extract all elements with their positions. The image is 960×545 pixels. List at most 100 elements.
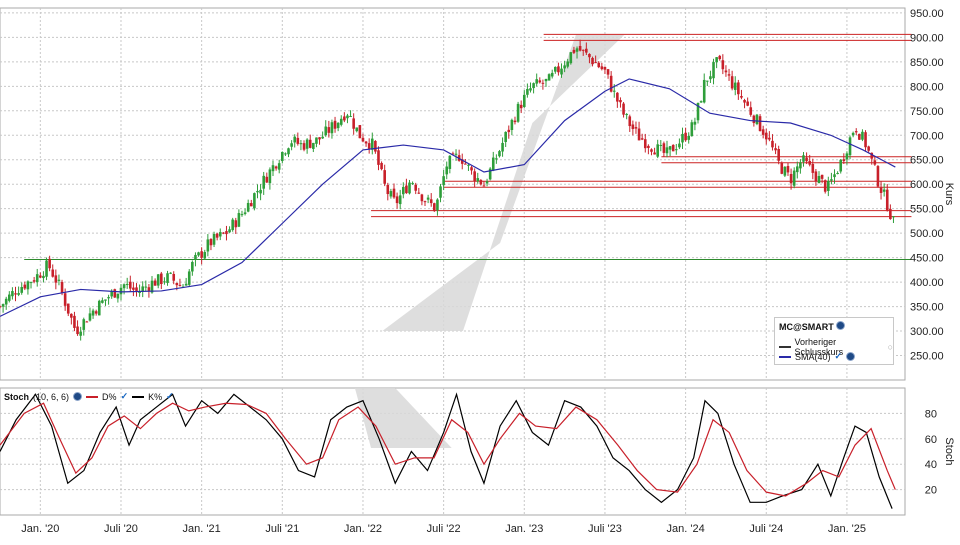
candle-body [637, 128, 641, 141]
candle-body [293, 136, 297, 143]
candle-body [749, 107, 753, 115]
candle-body [569, 52, 573, 64]
candle-body [274, 166, 278, 169]
candle-body [733, 82, 737, 90]
candle-body [222, 232, 225, 234]
visibility-dot-icon[interactable]: ○ [888, 342, 893, 352]
candle-body [228, 229, 231, 233]
stoch-d-line [0, 402, 896, 497]
candle-body [367, 143, 371, 149]
candle-body [851, 132, 855, 136]
candle-body [526, 88, 529, 95]
candle-body [612, 90, 616, 92]
sma-series [0, 78, 896, 317]
candle-body [377, 150, 380, 165]
candle-body [35, 274, 39, 283]
candle-body [789, 173, 793, 184]
candle-body [135, 287, 138, 291]
x-tick-label: Juli '21 [265, 523, 299, 535]
candle-body [470, 167, 473, 171]
candle-body [107, 297, 110, 299]
candle-body [361, 137, 365, 142]
candle-body [640, 138, 644, 140]
stoch-params: (10, 6, 6) [33, 391, 70, 402]
candle-body [122, 284, 126, 289]
candle-body [873, 160, 877, 165]
candle-body [11, 291, 14, 297]
candle-body [811, 163, 815, 173]
axes-layer: 250.00 300.00 350.00 400.00 450.00 500.00 550.… [21, 8, 955, 535]
candle-body [827, 180, 830, 191]
candle-body [209, 239, 213, 246]
stoch-tick-label: 40 [925, 459, 937, 471]
settings-icon[interactable] [836, 321, 846, 330]
stoch-k-line [0, 392, 893, 509]
candle-body [774, 148, 777, 151]
candle-body [411, 183, 414, 185]
candle-body [420, 194, 424, 202]
candle-body [578, 45, 582, 51]
settings-icon[interactable] [846, 352, 856, 361]
settings-icon[interactable] [73, 392, 83, 401]
candle-body [175, 283, 179, 286]
candle-body [284, 153, 287, 155]
candle-body [308, 139, 312, 148]
candle-body [426, 197, 430, 200]
candle-body [445, 166, 449, 175]
candle-body [339, 118, 343, 125]
candle-body [8, 294, 11, 301]
candle-body [876, 166, 880, 187]
candle-body [585, 48, 588, 53]
price-axis-title: Kurs [943, 183, 955, 206]
price-tick-label: 450.00 [910, 253, 944, 265]
candle-body [172, 273, 176, 281]
candle-body [715, 57, 718, 63]
candle-body [91, 310, 95, 316]
candle-body [659, 144, 663, 146]
x-tick-label: Jan. '21 [183, 523, 221, 535]
x-tick-label: Jan. '20 [21, 523, 59, 535]
check-icon[interactable]: ✓ [121, 391, 129, 402]
candle-body [14, 293, 17, 295]
candle-body [802, 155, 805, 162]
price-tick-label: 250.00 [910, 351, 944, 363]
candle-body [166, 273, 169, 283]
candle-body [113, 289, 117, 298]
candle-body [287, 148, 290, 155]
candle-body [200, 251, 203, 258]
check-icon[interactable]: ✓ [166, 391, 174, 402]
candle-body [724, 70, 728, 73]
candle-body [380, 162, 383, 170]
candle-body [448, 155, 452, 169]
price-tick-label: 550.00 [910, 204, 944, 216]
candle-body [858, 133, 861, 140]
candle-body [786, 166, 790, 173]
candle-body [529, 88, 532, 91]
chart-svg: 250.00 300.00 350.00 400.00 450.00 500.00 550.… [0, 7, 955, 535]
x-tick-label: Juli '23 [588, 523, 622, 535]
candle-body [718, 55, 722, 60]
candle-body [169, 272, 172, 274]
legend-label-sma: SMA(40) [795, 351, 831, 362]
candle-body [482, 185, 486, 187]
candle-body [600, 66, 604, 70]
candle-body [727, 74, 731, 76]
candle-body [29, 282, 33, 284]
candle-body [0, 306, 2, 308]
price-tick-label: 750.00 [910, 106, 944, 118]
candle-body [864, 132, 867, 148]
candle-body [473, 171, 476, 182]
candle-body [45, 260, 48, 277]
candle-body [153, 280, 157, 286]
candle-body [513, 120, 517, 123]
candle-body [374, 140, 377, 152]
candle-body [48, 258, 51, 269]
x-tick-label: Juli '24 [749, 523, 783, 535]
candle-body [88, 313, 92, 321]
candle-body [674, 149, 678, 151]
candle-body [783, 166, 787, 176]
check-icon[interactable]: ✓ [835, 351, 843, 362]
candle-body [23, 284, 27, 289]
candle-body [429, 199, 433, 204]
channel-band [354, 34, 625, 448]
